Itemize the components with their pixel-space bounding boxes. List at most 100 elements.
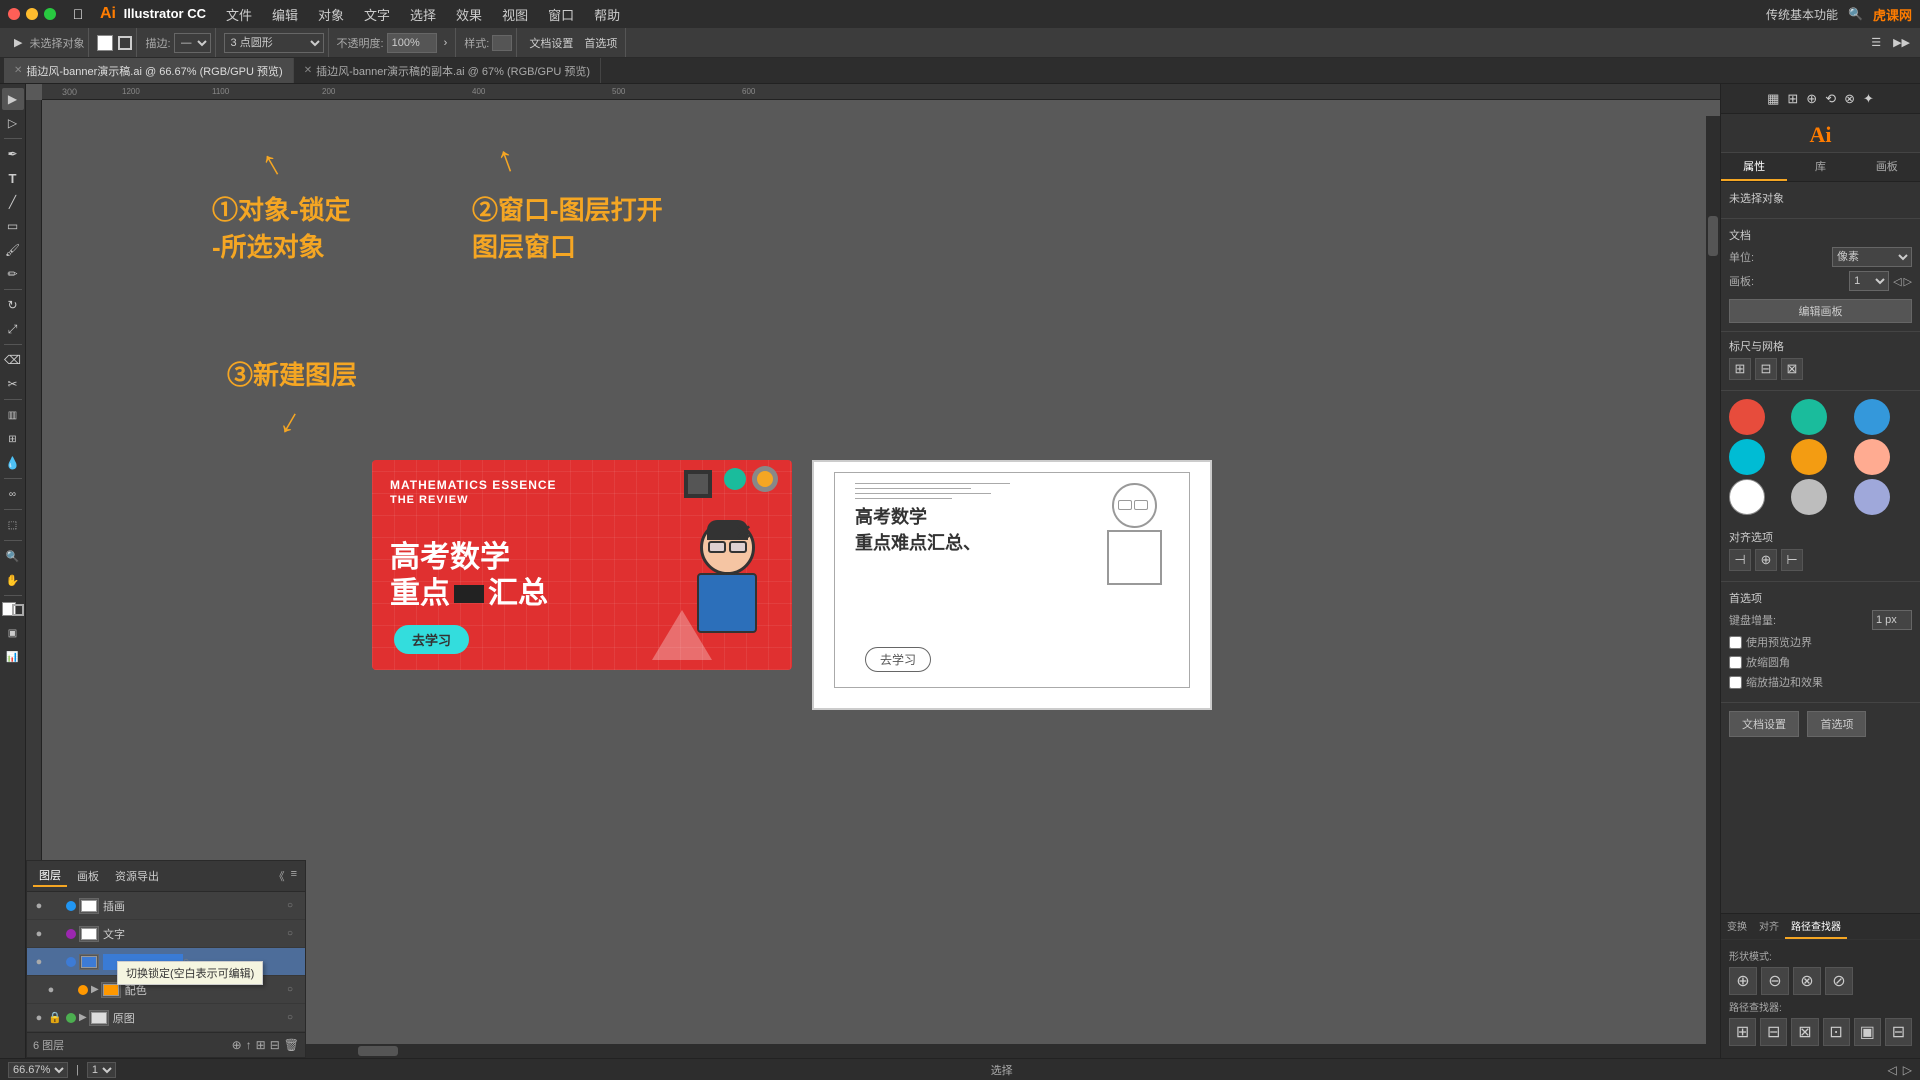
blend-tool[interactable]: ∞ [2,483,24,505]
screen-mode-btn[interactable]: ▣ [2,622,24,644]
banner-learn-btn[interactable]: 去学习 [394,625,469,654]
eyedropper-tool[interactable]: 💧 [2,452,24,474]
close-button[interactable] [8,8,20,20]
layer-delete-btn[interactable]: 🗑 [284,1038,299,1052]
swatch-blue[interactable] [1854,399,1890,435]
swatch-teal[interactable] [1791,399,1827,435]
tab-1[interactable]: ✕ 插边风-banner演示稿的副本.ai @ 67% (RGB/GPU 预览) [294,58,601,83]
graph-tool[interactable]: 📊 [2,646,24,668]
exclude-btn[interactable]: ⊘ [1825,967,1853,995]
expand-btn[interactable]: ▶▶ [1889,35,1914,50]
layer-editing-lock[interactable] [47,954,63,970]
mesh-tool[interactable]: ⊞ [2,428,24,450]
menu-effect[interactable]: 效果 [448,3,490,26]
menu-type[interactable]: 文字 [356,3,398,26]
nav-prev[interactable]: ◁ [1888,1063,1897,1077]
layer-wenzi-lock[interactable] [47,926,63,942]
layers-tab-layers[interactable]: 图层 [33,865,67,887]
minimize-button[interactable] [26,8,38,20]
swatch-gray[interactable] [1791,479,1827,515]
layer-chuhua-eye[interactable]: ● [31,898,47,914]
layer-chuhua-lock[interactable] [47,898,63,914]
type-tool[interactable]: T [2,167,24,189]
opacity-input[interactable] [387,33,437,53]
unite-btn[interactable]: ⊕ [1729,967,1757,995]
align-right[interactable]: ⊢ [1781,549,1803,571]
menu-edit[interactable]: 编辑 [264,3,306,26]
menu-file[interactable]: 文件 [218,3,260,26]
layer-peise-expand[interactable]: ▶ [91,984,99,995]
artboard-select[interactable]: 1 [1849,271,1889,291]
grid-btn-1[interactable]: ⊞ [1729,358,1751,380]
panel-icon-2[interactable]: ⊞ [1787,91,1798,107]
snap-checkbox[interactable] [1729,636,1742,649]
grid-btn-2[interactable]: ⊟ [1755,358,1777,380]
line-tool[interactable]: ╱ [2,191,24,213]
search-icon[interactable]: 🔍 [1848,7,1863,21]
menu-help[interactable]: 帮助 [586,3,628,26]
menu-object[interactable]: 对象 [310,3,352,26]
pencil-tool[interactable]: ✏ [2,263,24,285]
arrange-btn[interactable]: ☰ [1867,35,1885,50]
style-swatch[interactable] [492,35,512,51]
panel-tab-library[interactable]: 库 [1787,153,1853,181]
layer-create-sublayer[interactable]: ⊕ [232,1038,242,1052]
paintbrush-tool[interactable]: 🖌 [2,239,24,261]
nudge-input[interactable] [1872,610,1912,630]
layer-yuantu[interactable]: ● 🔒 ▶ 原图 ○ [27,1004,305,1032]
outline-btn[interactable]: ▣ [1854,1018,1881,1046]
horizontal-scrollbar[interactable] [58,1044,1720,1058]
fullscreen-button[interactable] [44,8,56,20]
corners-checkbox[interactable] [1729,656,1742,669]
quick-prefs[interactable]: 首选项 [1807,711,1866,737]
panel-tab-artboard[interactable]: 画板 [1854,153,1920,181]
align-left[interactable]: ⊣ [1729,549,1751,571]
bottom-tab-transform[interactable]: 变换 [1721,914,1753,939]
layer-yuantu-lock[interactable]: 🔒 [47,1010,63,1026]
minus-front-btn[interactable]: ⊖ [1761,967,1789,995]
edit-artboard-btn[interactable]: 编辑画板 [1729,299,1912,323]
zoom-select[interactable]: 66.67% 50% 100% [8,1062,68,1078]
swatch-orange[interactable] [1791,439,1827,475]
artboard-next[interactable]: ▷ [1904,275,1912,288]
nav-next[interactable]: ▷ [1903,1063,1912,1077]
layer-yuantu-eye[interactable]: ● [31,1010,47,1026]
stroke-select[interactable]: — [174,33,211,53]
panel-icon-5[interactable]: ⊗ [1844,91,1855,107]
point-type-select[interactable]: 3 点圆形 [224,33,324,53]
layer-new-btn[interactable]: ⊞ [256,1038,266,1052]
layers-menu-btn[interactable]: ≡ [289,866,299,886]
divide-btn[interactable]: ⊞ [1729,1018,1756,1046]
grid-btn-3[interactable]: ⊠ [1781,358,1803,380]
artboard-tool[interactable]: ⬚ [2,514,24,536]
panel-icon-4[interactable]: ⟲ [1825,91,1836,107]
crop-btn[interactable]: ⊡ [1823,1018,1850,1046]
swatch-white[interactable] [1729,479,1765,515]
layer-wenzi[interactable]: ● 文字 ○ [27,920,305,948]
quick-doc-settings[interactable]: 文档设置 [1729,711,1799,737]
menu-window[interactable]: 窗口 [540,3,582,26]
swatch-cyan[interactable] [1729,439,1765,475]
direct-select-tool[interactable]: ▷ [2,112,24,134]
layer-new-2[interactable]: ⊟ [270,1038,280,1052]
hand-tool[interactable]: ✋ [2,569,24,591]
artboard-prev[interactable]: ◁ [1893,275,1901,288]
align-center-h[interactable]: ⊕ [1755,549,1777,571]
scale-tool[interactable]: ⤢ [2,318,24,340]
rotate-tool[interactable]: ↻ [2,294,24,316]
page-select[interactable]: 1 [87,1062,116,1078]
panel-icon-3[interactable]: ⊕ [1806,91,1817,107]
stroke-mini[interactable] [12,604,24,616]
menu-select[interactable]: 选择 [402,3,444,26]
layers-tab-export[interactable]: 资源导出 [109,866,165,886]
scissor-tool[interactable]: ✂ [2,373,24,395]
layer-chuhua[interactable]: ● 插画 ○ [27,892,305,920]
tab-0[interactable]: ✕ 插边风-banner演示稿.ai @ 66.67% (RGB/GPU 预览) [4,58,294,83]
swatch-peach[interactable] [1854,439,1890,475]
vertical-scrollbar[interactable] [1706,116,1720,1044]
layer-yuantu-expand[interactable]: ▶ [79,1012,87,1023]
apple-menu[interactable]:  [68,4,88,24]
eraser-tool[interactable]: ⌫ [2,349,24,371]
selection-tool-btn[interactable]: ▶ [10,35,26,50]
layers-collapse-btn[interactable]: 《 [272,866,287,886]
